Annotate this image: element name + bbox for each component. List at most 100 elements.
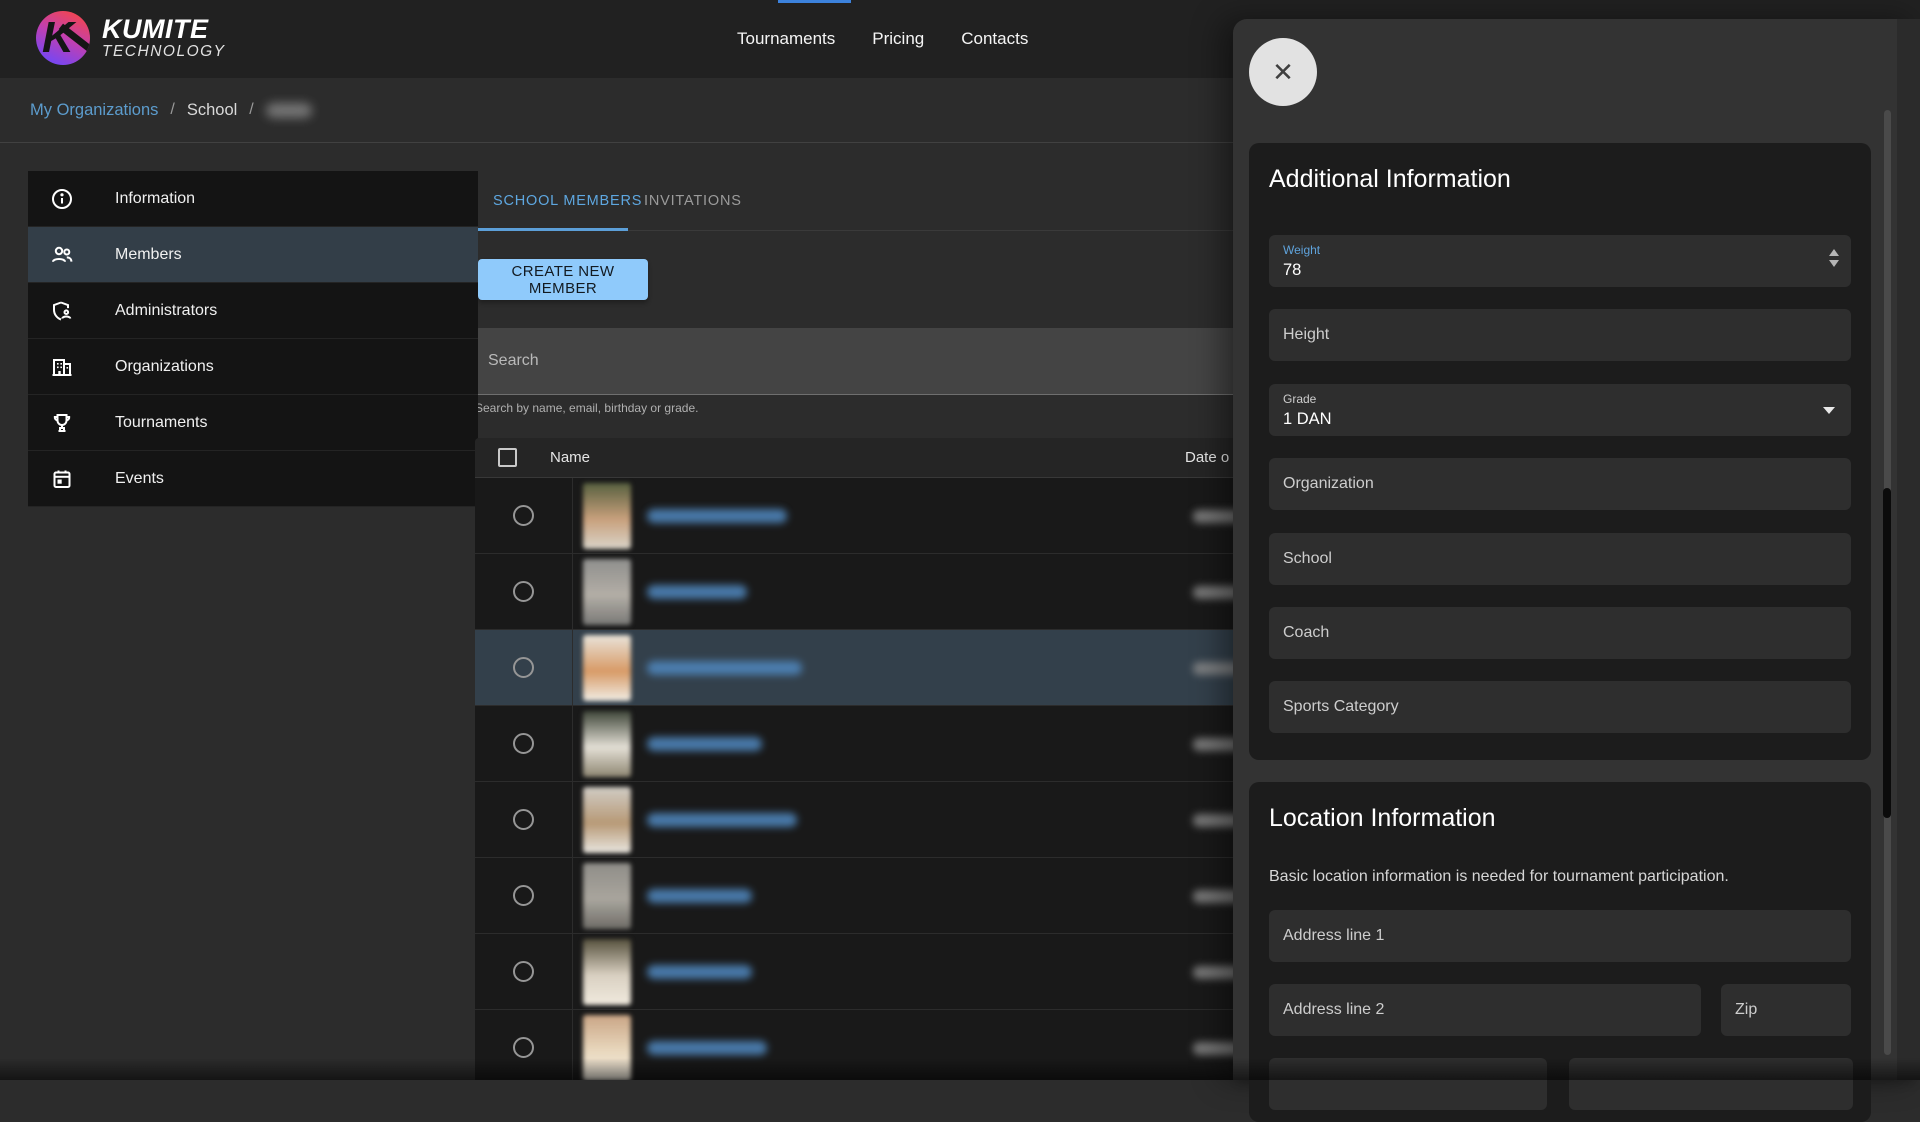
school-field[interactable]: School	[1269, 533, 1851, 585]
trophy-icon	[50, 411, 74, 435]
organization-label: Organization	[1283, 475, 1374, 493]
member-name-redacted[interactable]	[647, 965, 752, 979]
nav-item-pricing[interactable]: Pricing	[872, 29, 924, 49]
address-line-1-field[interactable]: Address line 1	[1269, 910, 1851, 962]
sidebar-item-label: Information	[115, 190, 195, 208]
member-name-redacted[interactable]	[647, 661, 802, 675]
location-information-description: Basic location information is needed for…	[1269, 868, 1729, 886]
weight-value: 78	[1283, 261, 1301, 280]
additional-information-card: Additional Information Weight 78 Height …	[1249, 143, 1871, 760]
height-field[interactable]: Height	[1269, 309, 1851, 361]
location-field-partial-left[interactable]	[1269, 1058, 1547, 1110]
close-drawer-button[interactable]: ✕	[1249, 38, 1317, 106]
sports-category-field[interactable]: Sports Category	[1269, 681, 1851, 733]
member-name-redacted[interactable]	[647, 737, 762, 751]
location-information-title: Location Information	[1269, 804, 1496, 833]
member-avatar	[583, 559, 631, 625]
info-icon	[50, 187, 74, 211]
members-icon	[50, 243, 74, 267]
member-name-redacted[interactable]	[647, 585, 747, 599]
breadcrumb-my-organizations[interactable]: My Organizations	[30, 101, 158, 120]
member-name-redacted[interactable]	[647, 509, 787, 523]
sidebar-item-organizations[interactable]: Organizations	[28, 339, 478, 395]
stepper-down-icon[interactable]	[1829, 260, 1839, 267]
member-avatar	[583, 635, 631, 701]
brand-text: KUMITE TECHNOLOGY	[102, 15, 226, 61]
additional-information-title: Additional Information	[1269, 165, 1511, 194]
active-tab-indicator	[478, 228, 628, 231]
select-all-checkbox[interactable]	[498, 448, 517, 467]
member-avatar	[583, 939, 631, 1005]
breadcrumb-separator: /	[170, 101, 174, 119]
row-radio[interactable]	[513, 809, 534, 830]
sidebar: Information Members Administrators Organ…	[28, 171, 478, 507]
coach-field[interactable]: Coach	[1269, 607, 1851, 659]
organization-field[interactable]: Organization	[1269, 458, 1851, 510]
sidebar-item-information[interactable]: Information	[28, 171, 478, 227]
row-radio[interactable]	[513, 733, 534, 754]
window-edge	[1897, 19, 1920, 1080]
logo[interactable]: K KUMITE TECHNOLOGY	[36, 11, 226, 65]
calendar-icon	[50, 467, 74, 491]
sidebar-item-label: Organizations	[115, 358, 214, 376]
dropdown-caret-icon[interactable]	[1823, 407, 1835, 414]
member-details-drawer: ✕ Additional Information Weight 78 Heigh…	[1233, 19, 1920, 1080]
admin-shield-icon	[50, 299, 74, 323]
weight-field[interactable]: Weight 78	[1269, 235, 1851, 287]
member-name-redacted[interactable]	[647, 813, 797, 827]
address-line-2-label: Address line 2	[1283, 1001, 1384, 1019]
sidebar-item-tournaments[interactable]: Tournaments	[28, 395, 478, 451]
row-radio[interactable]	[513, 505, 534, 526]
nav-items: Tournaments Pricing Contacts	[737, 0, 1028, 78]
height-label: Height	[1283, 326, 1329, 344]
grade-label: Grade	[1283, 392, 1316, 406]
tab-invitations[interactable]: INVITATIONS	[644, 193, 742, 209]
row-radio[interactable]	[513, 581, 534, 602]
member-avatar	[583, 483, 631, 549]
zip-field[interactable]: Zip	[1721, 984, 1851, 1036]
stepper-up-icon[interactable]	[1829, 249, 1839, 256]
sports-category-label: Sports Category	[1283, 698, 1399, 716]
create-new-member-button[interactable]: CREATE NEW MEMBER	[478, 259, 648, 300]
sidebar-item-label: Tournaments	[115, 414, 208, 432]
coach-label: Coach	[1283, 624, 1329, 642]
sidebar-item-members[interactable]: Members	[28, 227, 478, 283]
scrollbar-thumb[interactable]	[1883, 488, 1891, 818]
grade-select[interactable]: Grade 1 DAN	[1269, 384, 1851, 436]
location-field-partial-right[interactable]	[1569, 1058, 1853, 1110]
member-avatar	[583, 787, 631, 853]
search-helper-text: Search by name, email, birthday or grade…	[475, 401, 698, 415]
brand-main: KUMITE	[102, 15, 226, 43]
sidebar-item-label: Events	[115, 470, 164, 488]
member-avatar	[583, 711, 631, 777]
member-avatar	[583, 1015, 631, 1080]
sidebar-item-events[interactable]: Events	[28, 451, 478, 507]
member-name-redacted[interactable]	[647, 889, 752, 903]
row-radio[interactable]	[513, 1037, 534, 1058]
tab-school-members[interactable]: SCHOOL MEMBERS	[493, 193, 642, 209]
sidebar-item-label: Administrators	[115, 302, 217, 320]
brand-sub: TECHNOLOGY	[102, 43, 226, 61]
member-name-redacted[interactable]	[647, 1041, 767, 1055]
breadcrumb-separator: /	[249, 101, 253, 119]
row-radio[interactable]	[513, 885, 534, 906]
member-avatar	[583, 863, 631, 929]
location-information-card: Location Information Basic location info…	[1249, 782, 1871, 1122]
breadcrumb-current-redacted	[266, 103, 312, 118]
column-header-name: Name	[550, 449, 590, 466]
nav-item-tournaments[interactable]: Tournaments	[737, 29, 835, 49]
nav-item-contacts[interactable]: Contacts	[961, 29, 1028, 49]
zip-label: Zip	[1735, 1001, 1757, 1019]
logo-k-icon: K	[36, 11, 90, 65]
grade-value: 1 DAN	[1283, 410, 1332, 429]
row-radio[interactable]	[513, 657, 534, 678]
row-radio[interactable]	[513, 961, 534, 982]
building-icon	[50, 355, 74, 379]
number-stepper[interactable]	[1829, 249, 1839, 267]
column-header-date-of-birth: Date o	[1185, 449, 1229, 466]
weight-label: Weight	[1283, 243, 1320, 257]
address-line-2-field[interactable]: Address line 2	[1269, 984, 1701, 1036]
sidebar-item-administrators[interactable]: Administrators	[28, 283, 478, 339]
address-line-1-label: Address line 1	[1283, 927, 1384, 945]
breadcrumb-school[interactable]: School	[187, 101, 237, 120]
